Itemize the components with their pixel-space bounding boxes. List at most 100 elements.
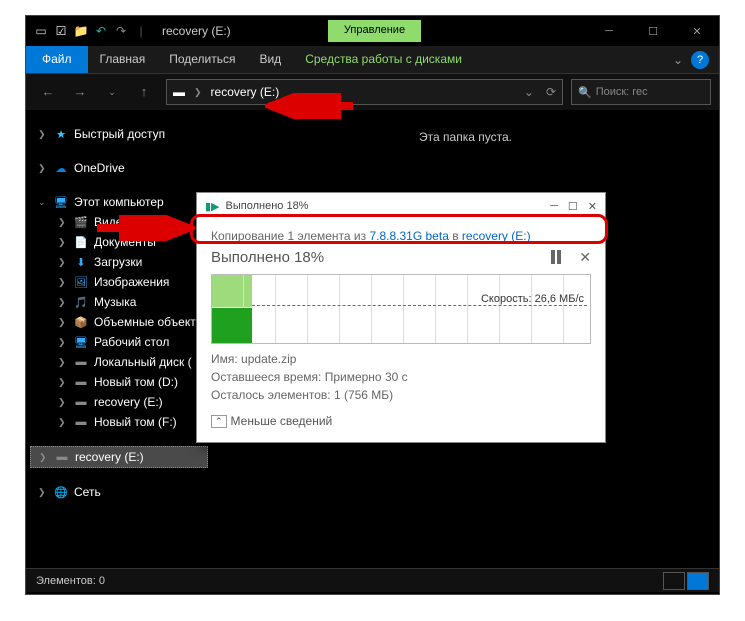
expand-icon[interactable]: ❯ — [58, 217, 68, 228]
sidebar-item-quick-access[interactable]: ❯ ★ Быстрый доступ — [30, 124, 208, 144]
expand-icon[interactable]: ❯ — [58, 297, 68, 308]
sidebar-item[interactable]: ❯ 🖥 Рабочий стол — [30, 332, 208, 352]
search-placeholder: Поиск: rec — [596, 86, 648, 98]
ribbon-expand-icon[interactable]: ⌄ — [673, 53, 683, 67]
cancel-copy-button[interactable]: ✕ — [579, 249, 591, 266]
expand-icon[interactable]: ❯ — [38, 163, 48, 174]
search-input[interactable]: 🔍 Поиск: rec — [571, 79, 711, 105]
sidebar-item-label: Этот компьютер — [74, 195, 164, 209]
sidebar-item-label: Новый том (F:) — [94, 415, 177, 429]
dialog-minimize-button[interactable]: ─ — [550, 200, 558, 213]
expand-icon[interactable]: ❯ — [58, 277, 68, 288]
expand-icon[interactable]: ❯ — [58, 257, 68, 268]
expand-icon[interactable]: ❯ — [58, 337, 68, 348]
sidebar-item[interactable]: ❯🖼Изображения — [30, 272, 208, 292]
ribbon-home-tab[interactable]: Главная — [88, 46, 158, 73]
drive-icon: ▬ — [74, 395, 88, 409]
time-value: Примерно 30 с — [325, 370, 408, 384]
statusbar: Элементов: 0 — [26, 568, 719, 592]
sidebar-item-label: recovery (E:) — [94, 395, 163, 409]
sidebar-item[interactable]: ❯⬇Загрузки — [30, 252, 208, 272]
remaining-label: Осталось элементов: — [211, 388, 334, 402]
music-icon: 🎵 — [74, 295, 88, 309]
expand-icon[interactable]: ❯ — [39, 452, 49, 463]
speed-label: Скорость: 26,6 МБ/с — [481, 293, 584, 305]
close-button[interactable]: ✕ — [675, 17, 719, 45]
ribbon-file-tab[interactable]: Файл — [26, 46, 88, 73]
ribbon-context-label[interactable]: Управление — [328, 20, 421, 42]
expand-icon[interactable]: ❯ — [38, 129, 48, 140]
expand-icon[interactable]: ❯ — [58, 357, 68, 368]
sidebar-item[interactable]: ❯▬Новый том (D:) — [30, 372, 208, 392]
desktop-icon: 🖥 — [74, 335, 88, 349]
qat-properties-icon[interactable]: ☑ — [52, 22, 70, 40]
chart-bar — [212, 308, 252, 343]
expand-icon[interactable]: ❯ — [58, 317, 68, 328]
ribbon-share-tab[interactable]: Поделиться — [157, 46, 247, 73]
address-dropdown-icon[interactable]: ⌄ — [518, 85, 540, 99]
qat-undo-icon[interactable]: ↶ — [92, 22, 110, 40]
maximize-button[interactable]: ☐ — [631, 17, 675, 45]
sidebar-item[interactable]: ❯ ▬ Новый том (F:) — [30, 412, 208, 432]
expand-icon[interactable]: ❯ — [58, 377, 68, 388]
sidebar-item-label: Музыка — [94, 295, 136, 309]
help-button[interactable]: ? — [691, 51, 709, 69]
titlebar: ▭ ☑ 📁 ↶ ↷ | recovery (E:) Управление ─ ☐… — [26, 16, 719, 46]
expand-icon[interactable]: ❯ — [58, 237, 68, 248]
dl-icon: ⬇ — [74, 255, 88, 269]
less-details-button[interactable]: ⌃ Меньше сведений — [211, 414, 591, 428]
nav-back-button[interactable]: ← — [34, 78, 62, 106]
ribbon-view-tab[interactable]: Вид — [247, 46, 293, 73]
nav-forward-button[interactable]: → — [66, 78, 94, 106]
refresh-button[interactable]: ⟳ — [540, 85, 562, 99]
sidebar-item-this-pc[interactable]: ⌄ 🖥 Этот компьютер — [30, 192, 208, 212]
sidebar-item[interactable]: ❯▬Локальный диск ( — [30, 352, 208, 372]
star-icon: ★ — [54, 127, 68, 141]
expand-icon[interactable]: ❯ — [38, 487, 48, 498]
file-name-row: Имя: update.zip — [211, 350, 591, 368]
annotation-highlight — [190, 214, 608, 244]
qat-newfolder-icon[interactable]: 📁 — [72, 22, 90, 40]
dialog-close-button[interactable]: ✕ — [588, 200, 597, 213]
less-details-label: Меньше сведений — [231, 414, 333, 428]
sidebar-item-recovery-selected[interactable]: ❯ ▬ recovery (E:) — [30, 446, 208, 468]
collapse-icon[interactable]: ⌄ — [38, 197, 48, 208]
annotation-arrow — [265, 93, 355, 119]
sidebar-item-label: Рабочий стол — [94, 335, 169, 349]
remaining-row: Осталось элементов: 1 (756 МБ) — [211, 386, 591, 404]
view-details-button[interactable] — [663, 572, 685, 590]
sidebar-item[interactable]: ❯📦Объемные объект — [30, 312, 208, 332]
chart-speed-line — [252, 305, 587, 306]
sidebar-item[interactable]: ❯ ▬ recovery (E:) — [30, 392, 208, 412]
pause-button[interactable] — [551, 250, 571, 266]
address-bar[interactable]: ▬ ❯ recovery (E:) ⌄ ⟳ — [166, 79, 563, 105]
disk-icon: ▬ — [74, 375, 88, 389]
sidebar-item[interactable]: ❯ 🎵 Музыка — [30, 292, 208, 312]
dialog-title: Выполнено 18% — [226, 200, 309, 212]
img-icon: 🖼 — [74, 275, 88, 289]
expand-icon[interactable]: ❯ — [58, 417, 68, 428]
app-icon: ▭ — [32, 22, 50, 40]
expand-icon[interactable]: ❯ — [58, 397, 68, 408]
sidebar-item-label: Быстрый доступ — [74, 127, 165, 141]
ribbon-disktools-tab[interactable]: Средства работы с дисками — [293, 46, 474, 73]
qat-redo-icon[interactable]: ↷ — [112, 22, 130, 40]
qat-sep: | — [132, 22, 150, 40]
sidebar-item-label: Сеть — [74, 485, 101, 499]
name-value: update.zip — [241, 352, 296, 366]
minimize-button[interactable]: ─ — [587, 17, 631, 45]
dialog-maximize-button[interactable]: ☐ — [568, 200, 578, 213]
drive-icon: ▬ — [55, 450, 69, 464]
ribbon: Файл Главная Поделиться Вид Средства раб… — [26, 46, 719, 74]
dialog-icon: ▮▶ — [205, 200, 220, 213]
disk-icon: ▬ — [74, 415, 88, 429]
remaining-value: 1 (756 МБ) — [334, 388, 393, 402]
sidebar-item-onedrive[interactable]: ❯ ☁ OneDrive — [30, 158, 208, 178]
nav-history-button[interactable]: ⌄ — [98, 78, 126, 106]
sidebar-item-network[interactable]: ❯ 🌐 Сеть — [30, 482, 208, 502]
cube-icon: 📦 — [74, 315, 88, 329]
view-icons-button[interactable] — [687, 572, 709, 590]
nav-up-button[interactable]: ↑ — [130, 78, 158, 106]
chevron-right-icon[interactable]: ❯ — [191, 87, 205, 98]
doc-icon: 📄 — [74, 235, 88, 249]
